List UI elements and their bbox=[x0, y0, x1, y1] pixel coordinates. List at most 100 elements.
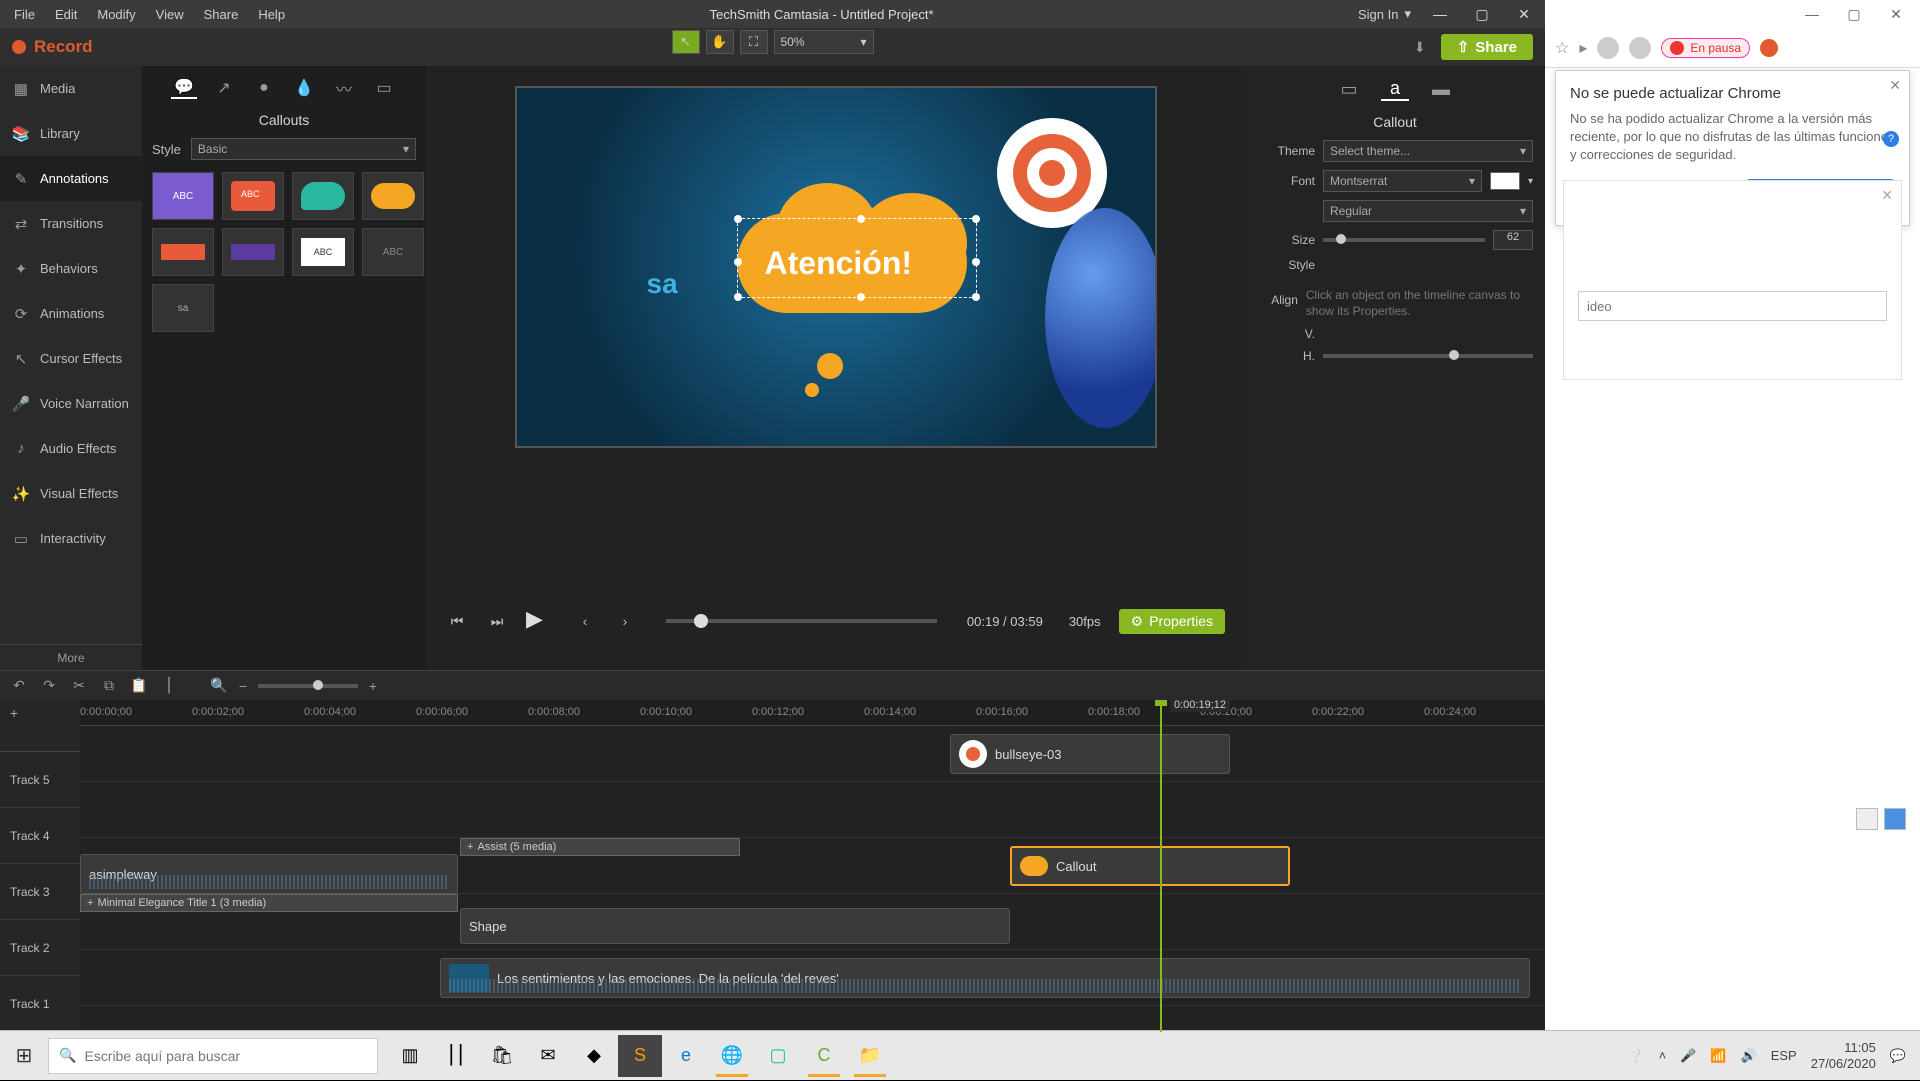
chrome-menu-icon[interactable] bbox=[1760, 39, 1778, 57]
close-button[interactable]: ✕ bbox=[1503, 0, 1545, 28]
font-dropdown[interactable]: Montserrat▾ bbox=[1323, 170, 1482, 192]
zoom-out-icon[interactable]: − bbox=[234, 677, 252, 695]
clip-shape[interactable]: Shape bbox=[460, 908, 1010, 944]
view-list-icon[interactable] bbox=[1856, 808, 1878, 830]
track-head-3[interactable]: Track 3 bbox=[0, 864, 80, 920]
task-explorer-icon[interactable]: 📁 bbox=[848, 1035, 892, 1077]
dialog-input[interactable] bbox=[1578, 291, 1887, 321]
zoom-dropdown[interactable]: 50%▾ bbox=[774, 30, 874, 54]
clip-bullseye[interactable]: bullseye-03 bbox=[950, 734, 1230, 774]
tab-blur-icon[interactable]: 💧 bbox=[291, 77, 317, 99]
view-grid-icon[interactable] bbox=[1884, 808, 1906, 830]
tray-volume-icon[interactable]: 🔊 bbox=[1741, 1048, 1757, 1064]
callout-thumb-6[interactable] bbox=[222, 228, 284, 276]
menu-file[interactable]: File bbox=[14, 7, 35, 22]
task-app-icon[interactable]: ▢ bbox=[756, 1035, 800, 1077]
shelf-library[interactable]: 📚Library bbox=[0, 111, 142, 156]
crop-tool-icon[interactable]: ⛶ bbox=[740, 30, 768, 54]
shelf-animations[interactable]: ⟳Animations bbox=[0, 291, 142, 336]
rewind-button[interactable]: ⏮ bbox=[446, 610, 468, 632]
tab-arrows-icon[interactable]: ↗ bbox=[211, 77, 237, 99]
playhead[interactable] bbox=[1160, 700, 1162, 1032]
clip-video-main[interactable]: Los sentimientos y las emociones. De la … bbox=[440, 958, 1530, 998]
clip-elegance-group[interactable]: + Minimal Elegance Title 1 (3 media) bbox=[80, 894, 458, 912]
task-store-icon[interactable]: 🛍 bbox=[480, 1035, 524, 1077]
taskbar-search[interactable]: 🔍 Escribe aquí para buscar bbox=[48, 1038, 378, 1074]
callout-thumb-7[interactable]: ABC bbox=[292, 228, 354, 276]
shelf-voice-narration[interactable]: 🎤Voice Narration bbox=[0, 381, 142, 426]
undo-icon[interactable]: ↶ bbox=[10, 677, 28, 695]
record-button[interactable]: Record bbox=[12, 37, 93, 57]
tray-language[interactable]: ESP bbox=[1771, 1048, 1797, 1063]
shelf-media[interactable]: ▦Media bbox=[0, 66, 142, 111]
task-mail-icon[interactable]: ✉ bbox=[526, 1035, 570, 1077]
track-head-2[interactable]: Track 2 bbox=[0, 920, 80, 976]
tab-text-icon[interactable]: a bbox=[1381, 77, 1409, 101]
zoom-in-icon[interactable]: + bbox=[364, 677, 382, 695]
tray-chevron-icon[interactable]: ˄ bbox=[1659, 1048, 1667, 1063]
tab-shapes-icon[interactable]: ● bbox=[251, 77, 277, 99]
tray-network-icon[interactable]: 📶 bbox=[1710, 1048, 1726, 1064]
step-back-button[interactable]: ⏭ bbox=[486, 610, 508, 632]
chrome-close[interactable]: ✕ bbox=[1876, 1, 1916, 27]
redo-icon[interactable]: ↷ bbox=[40, 677, 58, 695]
font-weight-dropdown[interactable]: Regular▾ bbox=[1323, 200, 1533, 222]
magnifier-icon[interactable]: 🔍 bbox=[210, 677, 228, 695]
shelf-behaviors[interactable]: ✦Behaviors bbox=[0, 246, 142, 291]
cut-icon[interactable]: ✂ bbox=[70, 677, 88, 695]
task-dropbox-icon[interactable]: ◆ bbox=[572, 1035, 616, 1077]
font-color-swatch[interactable] bbox=[1490, 172, 1520, 190]
minimize-button[interactable]: — bbox=[1419, 0, 1461, 28]
callout-thumb-2[interactable]: ABC bbox=[222, 172, 284, 220]
track-5[interactable]: bullseye-03 bbox=[80, 726, 1545, 782]
chevron-down-icon[interactable]: ▾ bbox=[1528, 176, 1533, 187]
tray-help-icon[interactable]: ❔ bbox=[1628, 1048, 1644, 1064]
task-sublime-icon[interactable]: S bbox=[618, 1035, 662, 1077]
tab-visual-icon[interactable]: ▭ bbox=[1335, 77, 1363, 101]
copy-icon[interactable]: ⧉ bbox=[100, 677, 118, 695]
preview-canvas[interactable]: sa Atención! bbox=[515, 86, 1157, 448]
prev-frame-button[interactable]: ‹ bbox=[574, 610, 596, 632]
style-dropdown[interactable]: Basic▾ bbox=[191, 138, 416, 160]
shelf-audio-effects[interactable]: ♪Audio Effects bbox=[0, 426, 142, 471]
h-slider[interactable] bbox=[1323, 354, 1533, 358]
play-button[interactable]: ▶ bbox=[526, 606, 556, 636]
pan-tool-icon[interactable]: ✋ bbox=[706, 30, 734, 54]
shelf-interactivity[interactable]: ▭Interactivity bbox=[0, 516, 142, 561]
task-cortana-icon[interactable]: ⎮⎮ bbox=[434, 1035, 478, 1077]
callout-thumb-5[interactable] bbox=[152, 228, 214, 276]
selection-box[interactable] bbox=[737, 218, 977, 298]
shelf-cursor-effects[interactable]: ↖Cursor Effects bbox=[0, 336, 142, 381]
properties-button[interactable]: ⚙Properties bbox=[1119, 609, 1225, 634]
tab-callouts-icon[interactable]: 💬 bbox=[171, 77, 197, 99]
tab-sketch-icon[interactable]: 〰 bbox=[331, 77, 357, 99]
track-4[interactable] bbox=[80, 782, 1545, 838]
track-3[interactable]: + Assist (5 media) asimpleway Callout bbox=[80, 838, 1545, 894]
extension-icon-3[interactable] bbox=[1629, 37, 1651, 59]
track-head-4[interactable]: Track 4 bbox=[0, 808, 80, 864]
theme-dropdown[interactable]: Select theme...▾ bbox=[1323, 140, 1533, 162]
task-chrome-icon[interactable]: 🌐 bbox=[710, 1035, 754, 1077]
clip-asimpleway[interactable]: asimpleway bbox=[80, 854, 458, 894]
track-1[interactable]: Los sentimientos y las emociones. De la … bbox=[80, 950, 1545, 1006]
task-camtasia-icon[interactable]: C bbox=[802, 1035, 846, 1077]
dialog-close-icon[interactable]: ✕ bbox=[1881, 187, 1893, 204]
task-edge-icon[interactable]: e bbox=[664, 1035, 708, 1077]
size-value[interactable]: 62 bbox=[1493, 230, 1533, 250]
shelf-more[interactable]: More bbox=[0, 644, 142, 670]
callout-thumb-8[interactable]: ABC bbox=[362, 228, 424, 276]
chrome-minimize[interactable]: — bbox=[1792, 1, 1832, 27]
timeline-zoom-slider[interactable] bbox=[258, 684, 358, 688]
tray-clock[interactable]: 11:05 27/06/2020 bbox=[1811, 1040, 1876, 1071]
extension-icon-1[interactable]: ▸ bbox=[1579, 38, 1587, 58]
shelf-annotations[interactable]: ✎Annotations bbox=[0, 156, 142, 201]
task-view-icon[interactable]: ▥ bbox=[388, 1035, 432, 1077]
playback-scrubber[interactable] bbox=[666, 619, 937, 623]
paste-icon[interactable]: 📋 bbox=[130, 677, 148, 695]
track-2[interactable]: + Minimal Elegance Title 1 (3 media) Sha… bbox=[80, 894, 1545, 950]
callout-thumb-4[interactable] bbox=[362, 172, 424, 220]
clip-callout[interactable]: Callout bbox=[1010, 846, 1290, 886]
star-icon[interactable]: ☆ bbox=[1555, 38, 1569, 58]
menu-view[interactable]: View bbox=[156, 7, 184, 22]
chrome-maximize[interactable]: ▢ bbox=[1834, 1, 1874, 27]
